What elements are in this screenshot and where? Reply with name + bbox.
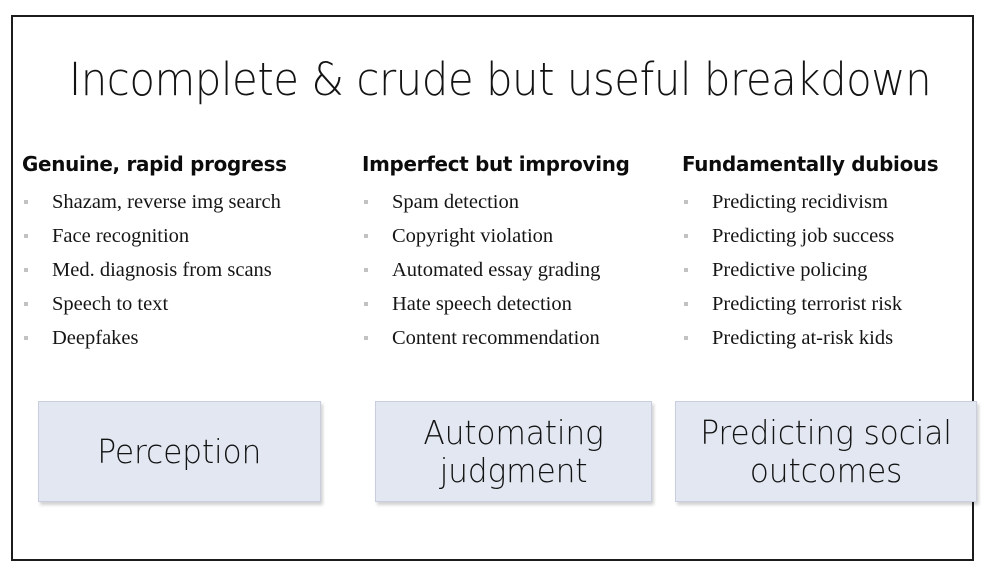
bullet-icon bbox=[24, 234, 28, 238]
list-item-label: Hate speech detection bbox=[392, 293, 572, 315]
list-item-label: Spam detection bbox=[392, 191, 519, 213]
bullet-icon bbox=[684, 234, 688, 238]
list-item-label: Face recognition bbox=[52, 225, 190, 247]
list-item: Deepfakes bbox=[22, 321, 362, 355]
bullet-icon bbox=[684, 200, 688, 204]
list-item: Predicting at-risk kids bbox=[682, 321, 982, 355]
list-item: Content recommendation bbox=[362, 321, 680, 355]
list-item-label: Predicting terrorist risk bbox=[712, 293, 903, 315]
category-box-label: Automating judgment bbox=[423, 412, 604, 490]
column-list-1: Spam detection Copyright violation Autom… bbox=[362, 185, 680, 355]
list-item-label: Copyright violation bbox=[392, 225, 554, 247]
column-genuine-rapid-progress: Genuine, rapid progress Shazam, reverse … bbox=[22, 152, 362, 355]
column-list-0: Shazam, reverse img search Face recognit… bbox=[22, 185, 362, 355]
list-item-label: Med. diagnosis from scans bbox=[52, 259, 272, 281]
list-item-label: Predicting job success bbox=[712, 225, 895, 247]
bullet-icon bbox=[24, 200, 28, 204]
list-item: Copyright violation bbox=[362, 219, 680, 253]
list-item-label: Automated essay grading bbox=[392, 259, 601, 281]
slide-canvas: Incomplete & crude but useful breakdown … bbox=[0, 0, 1000, 575]
list-item: Spam detection bbox=[362, 185, 680, 219]
list-item-label: Shazam, reverse img search bbox=[52, 191, 281, 213]
list-item-label: Predicting recidivism bbox=[712, 191, 888, 213]
list-item-label: Deepfakes bbox=[52, 327, 139, 349]
category-box-automating-judgment: Automating judgment bbox=[375, 401, 652, 502]
list-item: Shazam, reverse img search bbox=[22, 185, 362, 219]
page-title: Incomplete & crude but useful breakdown bbox=[68, 53, 932, 106]
bullet-icon bbox=[364, 200, 368, 204]
bullet-icon bbox=[364, 302, 368, 306]
bullet-icon bbox=[364, 336, 368, 340]
column-fundamentally-dubious: Fundamentally dubious Predicting recidiv… bbox=[682, 152, 982, 355]
list-item: Hate speech detection bbox=[362, 287, 680, 321]
bullet-icon bbox=[684, 336, 688, 340]
list-item: Speech to text bbox=[22, 287, 362, 321]
column-imperfect-but-improving: Imperfect but improving Spam detection C… bbox=[362, 152, 680, 355]
column-list-2: Predicting recidivism Predicting job suc… bbox=[682, 185, 982, 355]
list-item: Face recognition bbox=[22, 219, 362, 253]
category-box-perception: Perception bbox=[38, 401, 321, 502]
list-item: Med. diagnosis from scans bbox=[22, 253, 362, 287]
bullet-icon bbox=[24, 336, 28, 340]
list-item: Predicting terrorist risk bbox=[682, 287, 982, 321]
bullet-icon bbox=[364, 268, 368, 272]
list-item-label: Predictive policing bbox=[712, 259, 868, 281]
bullet-icon bbox=[684, 302, 688, 306]
bullet-icon bbox=[684, 268, 688, 272]
category-box-predicting-social-outcomes: Predicting social outcomes bbox=[675, 401, 977, 502]
list-item-label: Predicting at-risk kids bbox=[712, 327, 894, 349]
list-item-label: Content recommendation bbox=[392, 327, 600, 349]
list-item: Predicting job success bbox=[682, 219, 982, 253]
list-item: Predicting recidivism bbox=[682, 185, 982, 219]
column-header-0: Genuine, rapid progress bbox=[22, 152, 287, 176]
column-header-1: Imperfect but improving bbox=[362, 152, 630, 176]
bullet-icon bbox=[364, 234, 368, 238]
list-item-label: Speech to text bbox=[52, 293, 169, 315]
bullet-icon bbox=[24, 268, 28, 272]
list-item: Automated essay grading bbox=[362, 253, 680, 287]
column-header-2: Fundamentally dubious bbox=[682, 152, 939, 176]
list-item: Predictive policing bbox=[682, 253, 982, 287]
category-box-label: Perception bbox=[97, 431, 262, 471]
category-box-label: Predicting social outcomes bbox=[700, 412, 952, 490]
bullet-icon bbox=[24, 302, 28, 306]
